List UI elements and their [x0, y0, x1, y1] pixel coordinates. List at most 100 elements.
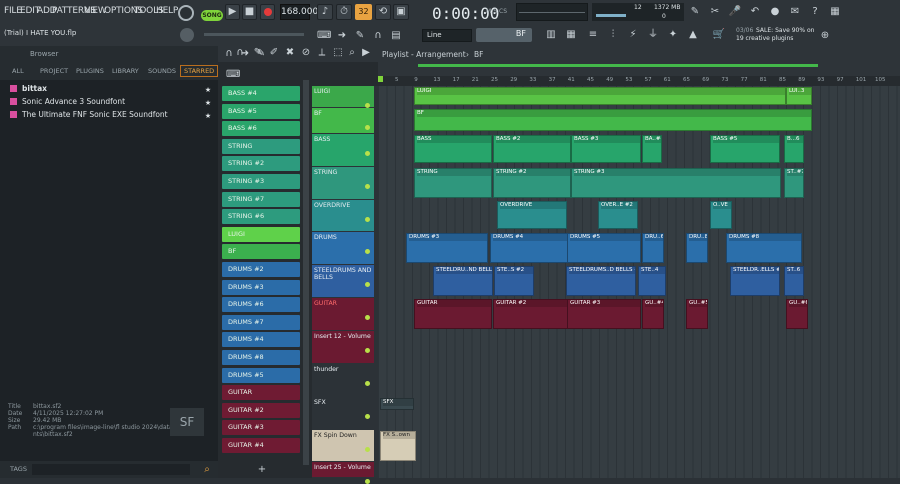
mic-icon[interactable]: 🎤: [728, 3, 742, 21]
star-icon[interactable]: ★: [203, 107, 213, 125]
playlist-clip[interactable]: GUITAR #2: [493, 299, 571, 329]
zoom-icon[interactable]: ⌕: [346, 44, 358, 62]
track-mute-led[interactable]: [365, 447, 370, 452]
channel-row[interactable]: DRUMS #6: [222, 297, 300, 313]
play-icon[interactable]: ▶: [360, 44, 372, 62]
grid-icon[interactable]: ▦: [828, 3, 842, 21]
track-mute-led[interactable]: [365, 315, 370, 320]
metronome-button[interactable]: ♪: [317, 4, 333, 20]
channel-row[interactable]: BASS #6: [222, 121, 300, 137]
channel-row[interactable]: GUITAR #3: [222, 420, 300, 436]
pitch-knob[interactable]: [180, 28, 194, 42]
playlist-clip[interactable]: ST..6: [784, 266, 804, 296]
loop-record-button[interactable]: ⟲: [375, 4, 391, 20]
playlist-clip[interactable]: O..VE: [710, 201, 732, 229]
channel-row[interactable]: STRING: [222, 138, 300, 154]
playhead-marker[interactable]: [378, 76, 383, 82]
channel-row[interactable]: DRUMS #7: [222, 314, 300, 330]
plugin-icon[interactable]: ⚡: [626, 26, 640, 44]
timeline-ruler[interactable]: 5 9 13 17 21 25 29 33 37 41 45 49 53 57 61 65 69 73 77 81 85…: [378, 76, 900, 86]
channel-row[interactable]: BASS #4: [222, 86, 300, 101]
pencil-icon[interactable]: ✎: [353, 27, 367, 44]
playlist-clip[interactable]: BASS #2: [493, 135, 571, 163]
track-mute-led[interactable]: [365, 151, 370, 156]
tab-plugins[interactable]: PLUGINS: [76, 67, 104, 75]
channel-icon[interactable]: ▤: [389, 27, 403, 44]
level-icon[interactable]: ▲: [686, 26, 700, 44]
track-mute-led[interactable]: [365, 125, 370, 130]
playlist-clip[interactable]: ST..#7: [784, 168, 804, 198]
browser-item-sonic-advance[interactable]: Sonic Advance 3 Soundfont: [22, 97, 125, 106]
master-pitch-slider[interactable]: [204, 33, 304, 36]
channel-row[interactable]: DRUMS #2: [222, 262, 300, 277]
playlist-clip[interactable]: DRUMS #8: [726, 233, 802, 263]
channel-row[interactable]: DRUMS #4: [222, 332, 300, 348]
track-mute-led[interactable]: [365, 479, 370, 484]
channel-rack-icon[interactable]: ▦: [564, 26, 578, 44]
playlist-clip[interactable]: DRUMS #5: [567, 233, 641, 263]
channel-row[interactable]: GUITAR #2: [222, 402, 300, 418]
globe-icon[interactable]: ⊕: [818, 27, 832, 45]
slice-icon[interactable]: ⟂: [316, 44, 328, 62]
playlist-clip[interactable]: OVERDRIVE: [497, 201, 567, 229]
snap-select[interactable]: Line: [422, 29, 472, 42]
playlist-clip[interactable]: BF: [414, 109, 812, 131]
playlist-clip[interactable]: LUIGI: [414, 87, 786, 105]
channel-row[interactable]: DRUMS #5: [222, 367, 300, 383]
channel-row[interactable]: STRING #7: [222, 191, 300, 207]
add-channel-icon[interactable]: +: [255, 463, 269, 477]
playlist-clip[interactable]: LUI..3: [786, 87, 812, 105]
step-size-button[interactable]: 32: [355, 4, 372, 20]
mixer-icon[interactable]: ≡: [586, 26, 600, 44]
arrow-icon[interactable]: ➜: [335, 27, 349, 44]
track-mute-led[interactable]: [365, 348, 370, 353]
browser-item-fnf[interactable]: The Ultimate FNF Sonic EXE Soundfont: [22, 110, 168, 119]
playlist-clip[interactable]: STEELDR..ELLS #3: [730, 266, 780, 296]
time-display[interactable]: 0:00:00: [432, 4, 499, 23]
playlist-clip[interactable]: DRU..8: [686, 233, 708, 263]
track-mute-led[interactable]: [365, 414, 370, 419]
track-mute-led[interactable]: [365, 282, 370, 287]
track-mute-led[interactable]: [365, 217, 370, 222]
channel-row[interactable]: BF: [222, 244, 300, 260]
mute-icon[interactable]: ⊘: [300, 44, 312, 62]
record-button[interactable]: [260, 4, 275, 20]
mixer2-icon[interactable]: ⫶: [606, 26, 620, 44]
tab-project[interactable]: PROJECT: [40, 67, 68, 75]
playlist-clip[interactable]: STRING: [414, 168, 492, 198]
channel-scrollbar[interactable]: [303, 80, 309, 465]
channel-row[interactable]: GUITAR #4: [222, 438, 300, 453]
undo-icon[interactable]: ↶: [748, 3, 762, 21]
track-mute-led[interactable]: [365, 184, 370, 189]
paint-icon[interactable]: ✐: [268, 44, 280, 62]
playlist-clip[interactable]: BASS: [414, 135, 492, 163]
wrench-icon[interactable]: ✦: [666, 26, 680, 44]
channel-row[interactable]: STRING #2: [222, 156, 300, 172]
playlist-clip[interactable]: BASS #3: [571, 135, 641, 163]
playlist-clip[interactable]: SFX: [380, 398, 414, 410]
channel-row[interactable]: LUIGI: [222, 226, 300, 242]
cut-icon[interactable]: ✂: [708, 3, 722, 21]
playlist-clip[interactable]: BA..#4: [642, 135, 662, 163]
stop-button[interactable]: ■: [242, 4, 257, 20]
delete-icon[interactable]: ✖: [284, 44, 296, 62]
tempo-display[interactable]: 168.000: [280, 4, 318, 20]
tab-all[interactable]: ALL: [12, 67, 24, 75]
playlist-clip[interactable]: DRUMS #4: [490, 233, 568, 263]
master-volume-knob[interactable]: [178, 5, 194, 21]
channel-row[interactable]: DRUMS #8: [222, 350, 300, 365]
tags-input[interactable]: [32, 464, 190, 475]
play-button[interactable]: ▶: [225, 4, 240, 20]
tab-starred[interactable]: STARRED: [180, 65, 219, 77]
chat-icon[interactable]: ✉: [788, 3, 802, 21]
playlist-clip[interactable]: OVER..E #2: [598, 201, 638, 229]
channel-row[interactable]: DRUMS #3: [222, 279, 300, 295]
playlist-clip[interactable]: GUITAR: [414, 299, 492, 329]
overview-strip[interactable]: [418, 64, 818, 67]
playlist-icon[interactable]: ▥: [544, 26, 558, 44]
select-icon[interactable]: ⬚: [332, 44, 344, 62]
track-mute-led[interactable]: [365, 381, 370, 386]
search-icon[interactable]: ⌕: [200, 461, 214, 478]
playlist-clip[interactable]: B...6: [784, 135, 804, 163]
playlist-clip[interactable]: FX S..own: [380, 431, 416, 461]
